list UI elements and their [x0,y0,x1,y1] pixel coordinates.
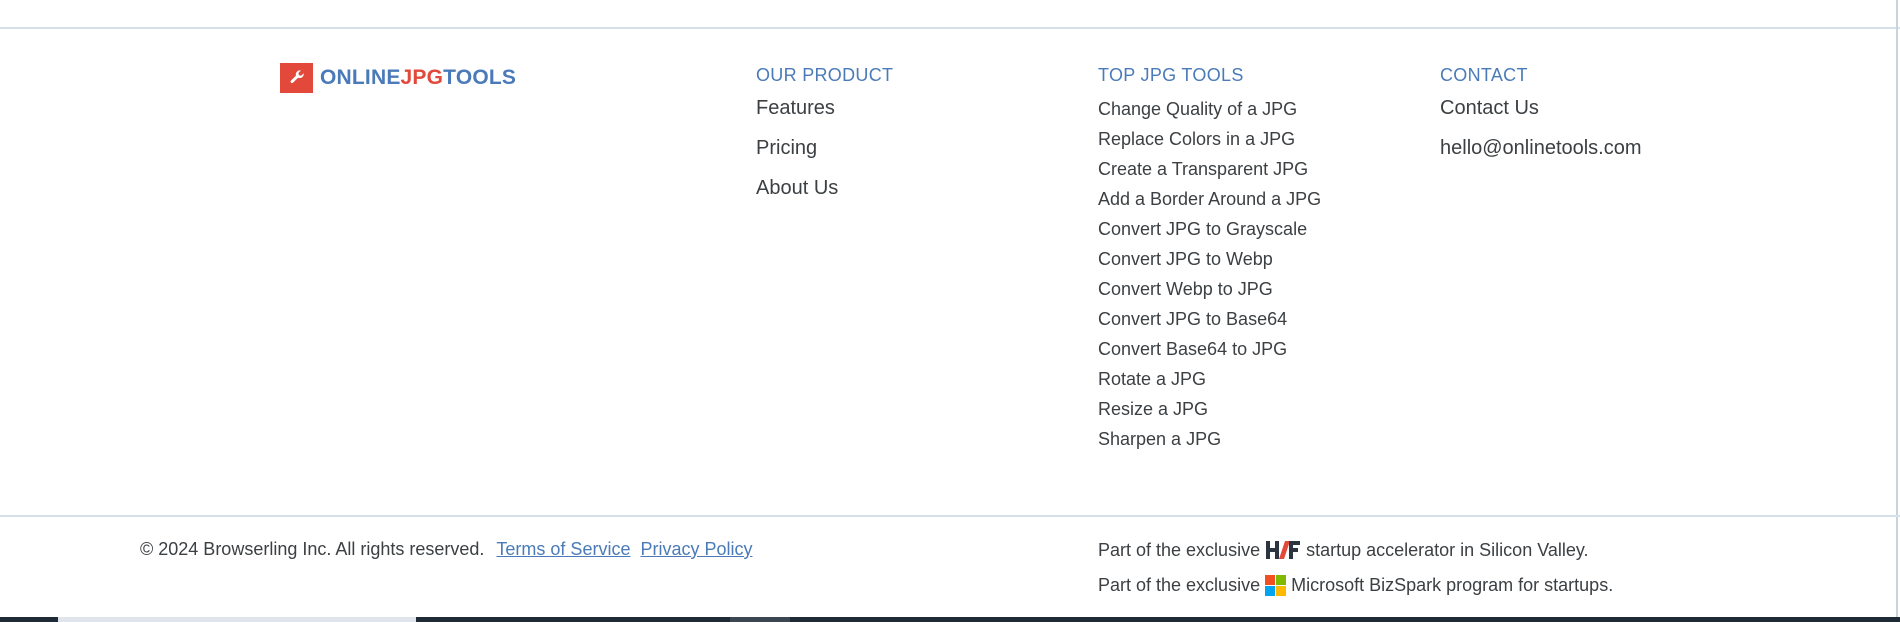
top-divider [0,27,1900,29]
microsoft-icon[interactable] [1265,575,1287,596]
copyright-line: © 2024 Browserling Inc. All rights reser… [140,539,753,560]
bottom-strip [0,617,1900,622]
logo-text-jpg: JPG [400,66,444,89]
tool-link-sharpen[interactable]: Sharpen a JPG [1098,428,1321,450]
contact-us-link[interactable]: Contact Us [1440,96,1642,120]
privacy-link[interactable]: Privacy Policy [640,539,752,560]
contact-links: Contact Us hello@onlinetools.com [1440,96,1642,160]
tools-heading: TOP JPG TOOLS [1098,65,1244,85]
product-column: OUR PRODUCT Features Pricing About Us [756,64,893,216]
bizspark-line: Part of the exclusive Microsoft BizSpark… [1098,575,1613,596]
logo-wordmark: ONLINEJPGTOOLS [320,66,516,90]
logo-text-tools: TOOLS [443,66,517,89]
tool-link-jpg-to-base64[interactable]: Convert JPG to Base64 [1098,308,1321,330]
site-logo[interactable]: ONLINEJPGTOOLS [280,63,516,93]
hf-icon[interactable] [1265,539,1301,561]
tools-links: Change Quality of a JPG Replace Colors i… [1098,98,1321,450]
bizspark-text-after: Microsoft BizSpark program for startups. [1291,575,1614,595]
email-link[interactable]: hello@onlinetools.com [1440,136,1642,160]
logo-text-online: ONLINE [320,66,401,89]
copyright-text: © 2024 Browserling Inc. All rights reser… [140,539,485,559]
product-heading: OUR PRODUCT [756,65,894,85]
tool-link-resize[interactable]: Resize a JPG [1098,398,1321,420]
tool-link-border[interactable]: Add a Border Around a JPG [1098,188,1321,210]
tool-link-webp-to-jpg[interactable]: Convert Webp to JPG [1098,278,1321,300]
features-link[interactable]: Features [756,96,893,120]
bizspark-text-before: Part of the exclusive [1098,575,1261,595]
wrench-icon [280,63,313,93]
bottom-strip-mark [730,617,790,622]
pricing-link[interactable]: Pricing [756,136,893,160]
tool-link-grayscale[interactable]: Convert JPG to Grayscale [1098,218,1321,240]
page-scrollbar-edge [1896,0,1898,622]
tool-link-rotate[interactable]: Rotate a JPG [1098,368,1321,390]
tool-link-jpg-to-webp[interactable]: Convert JPG to Webp [1098,248,1321,270]
terms-link[interactable]: Terms of Service [496,539,630,560]
tool-link-change-quality[interactable]: Change Quality of a JPG [1098,98,1321,120]
accelerator-text-before: Part of the exclusive [1098,539,1261,560]
contact-heading: CONTACT [1440,65,1528,85]
accelerator-text-after: startup accelerator in Silicon Valley. [1306,539,1589,560]
product-links: Features Pricing About Us [756,96,893,200]
bottom-divider [0,515,1900,517]
accelerator-line: Part of the exclusive startup accelerato… [1098,539,1589,561]
contact-column: CONTACT Contact Us hello@onlinetools.com [1440,64,1642,176]
tool-link-transparent[interactable]: Create a Transparent JPG [1098,158,1321,180]
bottom-strip-highlight [58,617,416,622]
tool-link-base64-to-jpg[interactable]: Convert Base64 to JPG [1098,338,1321,360]
tools-column: TOP JPG TOOLS Change Quality of a JPG Re… [1098,64,1321,458]
tool-link-replace-colors[interactable]: Replace Colors in a JPG [1098,128,1321,150]
about-us-link[interactable]: About Us [756,176,893,200]
